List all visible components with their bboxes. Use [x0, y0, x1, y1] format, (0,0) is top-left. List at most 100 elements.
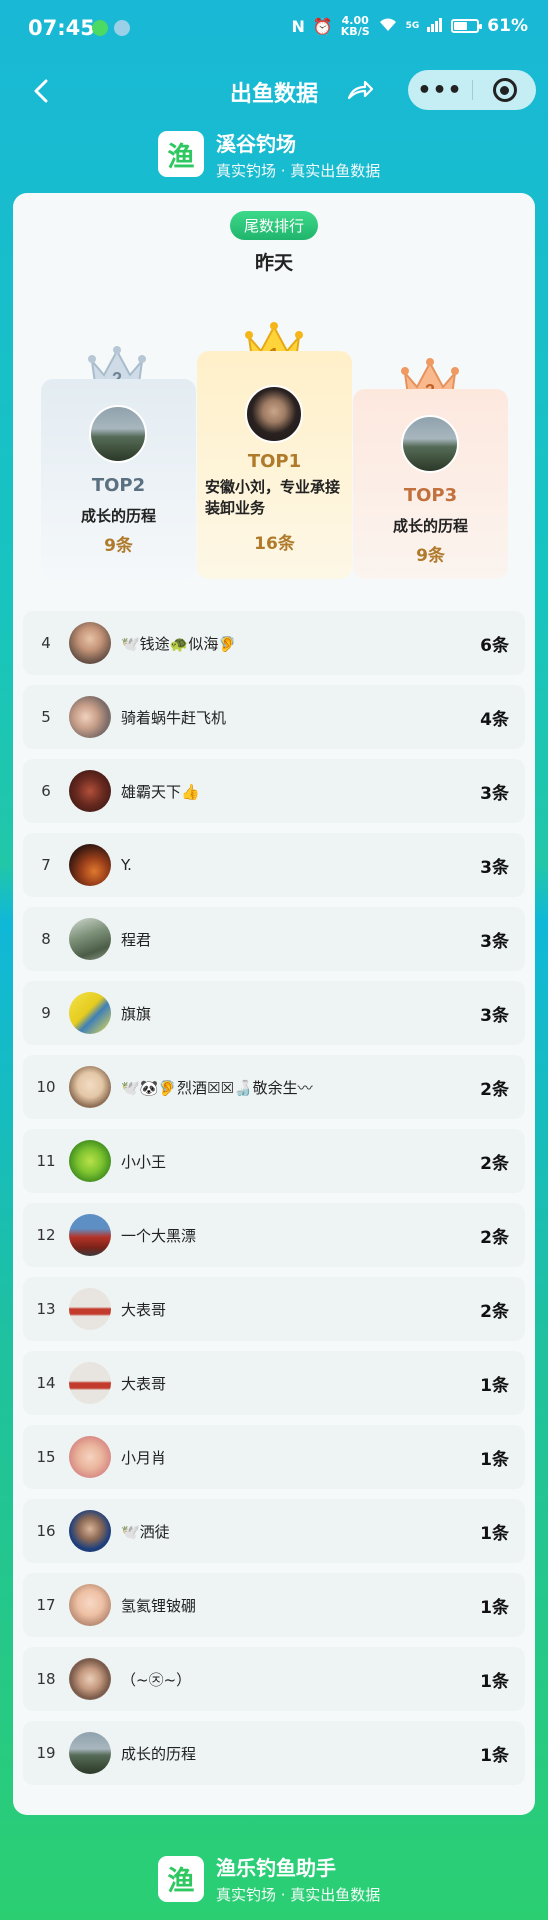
list-item[interactable]: 10 🕊️🐼🦻烈酒☒☒🍶敬余生〰 2条	[23, 1055, 525, 1119]
venue-header: 渔 溪谷钓场 真实钓场 · 真实出鱼数据	[158, 128, 380, 180]
row-rank: 11	[36, 1152, 56, 1170]
avatar	[69, 696, 111, 738]
row-count: 1条	[480, 1597, 509, 1618]
list-item[interactable]: 8 程君 3条	[23, 907, 525, 971]
footer-subtitle: 真实钓场 · 真实出鱼数据	[216, 1886, 381, 1904]
row-rank: 8	[41, 930, 51, 948]
row-count: 2条	[480, 1079, 509, 1100]
venue-name: 溪谷钓场	[216, 131, 296, 156]
list-item[interactable]: 16 🕊️洒徒 1条	[23, 1499, 525, 1563]
row-count: 4条	[480, 709, 509, 730]
list-item[interactable]: 17 氢氦锂铍硼 1条	[23, 1573, 525, 1637]
row-count: 3条	[480, 783, 509, 804]
wifi-icon	[378, 16, 398, 36]
row-rank: 4	[41, 634, 51, 652]
signal-icon	[427, 17, 443, 36]
podium-first[interactable]: TOP1 安徽小刘，专业承接装卸业务 16条	[197, 351, 352, 579]
alarm-icon: ⏰	[312, 16, 333, 36]
row-name: 大表哥	[121, 1374, 167, 1393]
row-rank: 17	[36, 1596, 56, 1614]
podium-second[interactable]: TOP2 成长的历程 9条	[41, 379, 196, 579]
battery-percent: 61%	[487, 16, 528, 36]
podium-name: 安徽小刘，专业承接装卸业务	[205, 478, 341, 517]
list-item[interactable]: 13 大表哥 2条	[23, 1277, 525, 1341]
list-item[interactable]: 11 小小王 2条	[23, 1129, 525, 1193]
avatar	[401, 415, 459, 473]
more-icon[interactable]: •••	[408, 78, 472, 103]
avatar	[69, 622, 111, 664]
podium-rank-label: TOP1	[247, 451, 302, 472]
venue-logo: 渔	[158, 131, 204, 177]
row-count: 3条	[480, 931, 509, 952]
podium-name: 成长的历程	[392, 517, 468, 535]
row-name: 成长的历程	[121, 1744, 197, 1763]
row-rank: 19	[36, 1744, 56, 1762]
avatar	[69, 1140, 111, 1182]
row-rank: 10	[36, 1078, 56, 1096]
row-rank: 15	[36, 1448, 56, 1466]
list-item[interactable]: 5 骑着蜗牛赶飞机 4条	[23, 685, 525, 749]
list-item[interactable]: 9 旗旗 3条	[23, 981, 525, 1045]
list-item[interactable]: 7 Y. 3条	[23, 833, 525, 897]
row-name: 🕊️钱途🐢似海🦻	[121, 634, 238, 653]
row-name: 旗旗	[121, 1004, 152, 1023]
list-item[interactable]: 4 🕊️钱途🐢似海🦻 6条	[23, 611, 525, 675]
avatar	[69, 1510, 111, 1552]
signal-label: 5G	[405, 21, 420, 31]
row-rank: 9	[41, 1004, 51, 1022]
ranking-tag[interactable]: 尾数排行	[230, 211, 318, 240]
target-icon[interactable]	[473, 78, 536, 102]
row-count: 1条	[480, 1523, 509, 1544]
row-name: 小月肖	[121, 1448, 167, 1467]
list-item[interactable]: 18 （~㉨~） 1条	[23, 1647, 525, 1711]
row-count: 2条	[480, 1227, 509, 1248]
podium-third[interactable]: TOP3 成长的历程 9条	[353, 389, 508, 579]
row-name: 🕊️🐼🦻烈酒☒☒🍶敬余生〰	[121, 1078, 313, 1097]
podium-count: 9条	[104, 536, 133, 556]
ranking-day: 昨天	[254, 252, 293, 274]
list-item[interactable]: 6 雄霸天下👍 3条	[23, 759, 525, 823]
row-rank: 6	[41, 782, 51, 800]
row-count: 1条	[480, 1745, 509, 1766]
row-rank: 7	[41, 856, 51, 874]
list-item[interactable]: 12 一个大黑漂 2条	[23, 1203, 525, 1267]
row-count: 2条	[480, 1301, 509, 1322]
ranking-card: 尾数排行 昨天 2 1 3 TOP2 成长的历程 9条 TOP1 安徽小刘，专业…	[13, 193, 535, 1815]
row-rank: 18	[36, 1670, 56, 1688]
avatar	[69, 1732, 111, 1774]
footer-name: 渔乐钓鱼助手	[216, 1856, 336, 1880]
network-speed: 4.00 KB/S	[341, 15, 370, 37]
row-name: 骑着蜗牛赶飞机	[121, 708, 227, 727]
list-item[interactable]: 15 小月肖 1条	[23, 1425, 525, 1489]
podium-count: 16条	[254, 534, 295, 554]
footer-brand: 渔 渔乐钓鱼助手 真实钓场 · 真实出鱼数据	[158, 1852, 380, 1905]
podium-rank-label: TOP3	[403, 485, 458, 506]
footer-logo: 渔	[158, 1855, 204, 1902]
list-item[interactable]: 14 大表哥 1条	[23, 1351, 525, 1415]
row-name: Y.	[121, 856, 132, 874]
wechat-icon	[92, 20, 108, 36]
mini-program-capsule: •••	[408, 70, 536, 110]
row-name: 程君	[121, 930, 152, 949]
row-count: 1条	[480, 1671, 509, 1692]
row-count: 1条	[480, 1449, 509, 1470]
battery-icon	[451, 19, 483, 33]
avatar	[69, 1362, 111, 1404]
share-icon[interactable]	[344, 76, 374, 106]
podium-name: 成长的历程	[80, 507, 156, 525]
row-count: 6条	[480, 635, 509, 656]
row-rank: 14	[36, 1374, 56, 1392]
row-count: 3条	[480, 1005, 509, 1026]
status-bar: 07:45 N ⏰ 4.00 KB/S 5G 61%	[0, 0, 548, 58]
status-time: 07:45	[28, 16, 95, 40]
row-count: 2条	[480, 1153, 509, 1174]
podium-rank-label: TOP2	[91, 475, 146, 496]
row-rank: 5	[41, 708, 51, 726]
avatar	[69, 1288, 111, 1330]
row-rank: 16	[36, 1522, 56, 1540]
avatar	[69, 1214, 111, 1256]
list-item[interactable]: 19 成长的历程 1条	[23, 1721, 525, 1785]
avatar	[245, 385, 303, 443]
avatar	[69, 1436, 111, 1478]
avatar	[69, 844, 111, 886]
